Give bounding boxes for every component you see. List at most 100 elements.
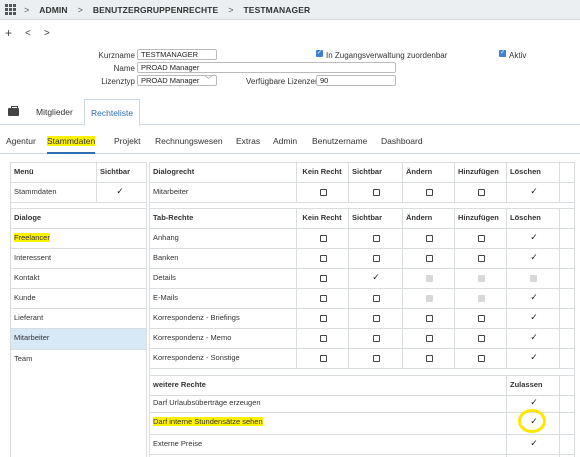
tab-agentur[interactable]: Agentur xyxy=(6,130,36,154)
dialog-lieferant[interactable]: Lieferant xyxy=(10,308,146,328)
toolbox-icon xyxy=(8,106,19,116)
back-icon[interactable]: < xyxy=(25,28,31,39)
add-icon[interactable]: + xyxy=(5,26,12,40)
verfuegbare-lizenzen-field: 90 xyxy=(316,75,396,86)
dialogrecht-row-mitarbeiter: Mitarbeiter xyxy=(153,187,189,196)
checkbox[interactable] xyxy=(320,275,327,282)
weitere-row-interne-stundensaetze: Darf interne Stundensätze sehen xyxy=(149,412,506,432)
lizenztyp-select[interactable]: PROAD Manager ﹀ xyxy=(137,75,217,86)
check-icon[interactable]: ✓ xyxy=(529,253,539,263)
check-icon[interactable]: ✓ xyxy=(115,187,125,197)
check-icon[interactable]: ✓ xyxy=(529,187,539,197)
zulassen-header: Zulassen xyxy=(510,380,543,389)
check-icon[interactable]: ✓ xyxy=(529,293,539,303)
kurzname-label: Kurzname xyxy=(98,51,135,60)
dialog-freelancer[interactable]: Freelancer xyxy=(10,228,146,248)
tab-row-anhang: Anhang xyxy=(153,233,179,242)
sichtbar-header: Sichtbar xyxy=(100,167,131,176)
tab-row-korrespondenz-memo: Korrespondenz - Memo xyxy=(153,333,232,342)
checkbox[interactable] xyxy=(373,355,380,362)
dialog-kunde[interactable]: Kunde xyxy=(10,288,146,308)
app-grid-icon[interactable] xyxy=(5,3,17,16)
hinzufuegen-header: Hinzufügen xyxy=(458,213,499,222)
breadcrumb-testmanager: TESTMANAGER xyxy=(243,4,311,15)
check-icon[interactable]: ✓ xyxy=(529,233,539,243)
left-rights-table: Menü Sichtbar Stammdaten ✓ Dialoge Freel… xyxy=(10,162,147,457)
checkbox[interactable] xyxy=(373,335,380,342)
check-icon[interactable]: ✓ xyxy=(371,273,381,283)
checkbox[interactable] xyxy=(373,255,380,262)
dialog-mitarbeiter[interactable]: Mitarbeiter xyxy=(10,328,146,348)
checkbox[interactable] xyxy=(478,315,485,322)
tab-stammdaten[interactable]: Stammdaten xyxy=(47,130,96,154)
name-field[interactable]: PROAD Manager xyxy=(137,62,396,73)
check-icon[interactable]: ✓ xyxy=(529,313,539,323)
checkbox[interactable] xyxy=(320,189,327,196)
checkbox-disabled xyxy=(530,275,537,282)
check-icon[interactable]: ✓ xyxy=(529,353,539,363)
checkbox[interactable] xyxy=(320,295,327,302)
tab-row-emails: E-Mails xyxy=(153,293,179,302)
checkbox[interactable] xyxy=(426,355,433,362)
checkbox[interactable] xyxy=(426,189,433,196)
breadcrumb-admin[interactable]: ADMIN xyxy=(39,5,67,15)
highlight-circle xyxy=(518,409,546,433)
checkbox[interactable] xyxy=(320,355,327,362)
checkbox[interactable] xyxy=(320,235,327,242)
checkbox[interactable] xyxy=(478,355,485,362)
aktiv-checkbox[interactable]: ✓ xyxy=(499,50,506,57)
check-icon[interactable]: ✓ xyxy=(529,398,539,408)
weitere-row-externe-preise: Externe Preise xyxy=(153,439,203,448)
kein-recht-header: Kein Recht xyxy=(302,213,342,222)
breadcrumb-chevron-icon: > xyxy=(77,4,83,15)
checkbox[interactable] xyxy=(373,189,380,196)
dialog-interessent[interactable]: Interessent xyxy=(10,248,146,268)
checkbox-disabled xyxy=(478,295,485,302)
tab-rechteliste[interactable]: Rechteliste xyxy=(84,99,141,126)
sichtbar-header: Sichtbar xyxy=(352,213,383,222)
checkbox[interactable] xyxy=(320,335,327,342)
lizenztyp-value: PROAD Manager xyxy=(141,76,200,85)
tab-row-banken: Banken xyxy=(153,253,179,262)
hinzufuegen-header: Hinzufügen xyxy=(458,167,499,176)
top-bar: > ADMIN > BENUTZERGRUPPENRECHTE > TESTMA… xyxy=(0,0,580,20)
weitere-rechte-header: weitere Rechte xyxy=(153,380,206,389)
zugangsverwaltung-label: In Zugangsverwaltung zuordenbar xyxy=(326,51,448,60)
checkbox[interactable] xyxy=(478,189,485,196)
checkbox[interactable] xyxy=(426,315,433,322)
checkbox[interactable] xyxy=(373,315,380,322)
tab-projekt[interactable]: Projekt xyxy=(114,130,140,154)
check-icon[interactable]: ✓ xyxy=(529,333,539,343)
kein-recht-header: Kein Recht xyxy=(302,167,342,176)
check-icon[interactable]: ✓ xyxy=(529,439,539,449)
tab-stammdaten-label: Stammdaten xyxy=(47,136,96,146)
checkbox[interactable] xyxy=(478,255,485,262)
checkbox[interactable] xyxy=(320,255,327,262)
checkbox[interactable] xyxy=(478,335,485,342)
checkbox[interactable] xyxy=(320,315,327,322)
kurzname-field[interactable]: TESTMANAGER xyxy=(137,49,217,60)
checkbox[interactable] xyxy=(426,255,433,262)
tab-dashboard[interactable]: Dashboard xyxy=(381,130,423,154)
tab-rechnungswesen[interactable]: Rechnungswesen xyxy=(155,130,223,154)
breadcrumb-benutzergruppenrechte[interactable]: BENUTZERGRUPPENRECHTE xyxy=(93,5,218,15)
main-tabs: Mitglieder Rechteliste xyxy=(0,99,580,126)
zugangsverwaltung-checkbox[interactable]: ✓ xyxy=(316,50,323,57)
forward-icon[interactable]: > xyxy=(44,28,50,39)
tab-extras[interactable]: Extras xyxy=(236,130,260,154)
checkbox[interactable] xyxy=(426,235,433,242)
tab-benutzername[interactable]: Benutzername xyxy=(312,130,367,154)
checkbox[interactable] xyxy=(373,235,380,242)
right-rights-table: Dialogrecht Kein Recht Sichtbar Ändern H… xyxy=(149,162,575,457)
checkbox[interactable] xyxy=(478,235,485,242)
tab-row-details: Details xyxy=(153,273,176,282)
checkbox[interactable] xyxy=(373,295,380,302)
tab-mitglieder[interactable]: Mitglieder xyxy=(36,99,73,125)
menu-header: Menü xyxy=(14,167,34,176)
tab-admin[interactable]: Admin xyxy=(273,130,297,154)
checkbox[interactable] xyxy=(426,335,433,342)
verfuegbare-lizenzen-label: Verfügbare Lizenzen xyxy=(246,77,320,86)
menu-row-stammdaten: Stammdaten xyxy=(14,187,57,196)
dialog-kontakt[interactable]: Kontakt xyxy=(10,268,146,288)
dialog-team[interactable]: Team xyxy=(10,349,146,369)
